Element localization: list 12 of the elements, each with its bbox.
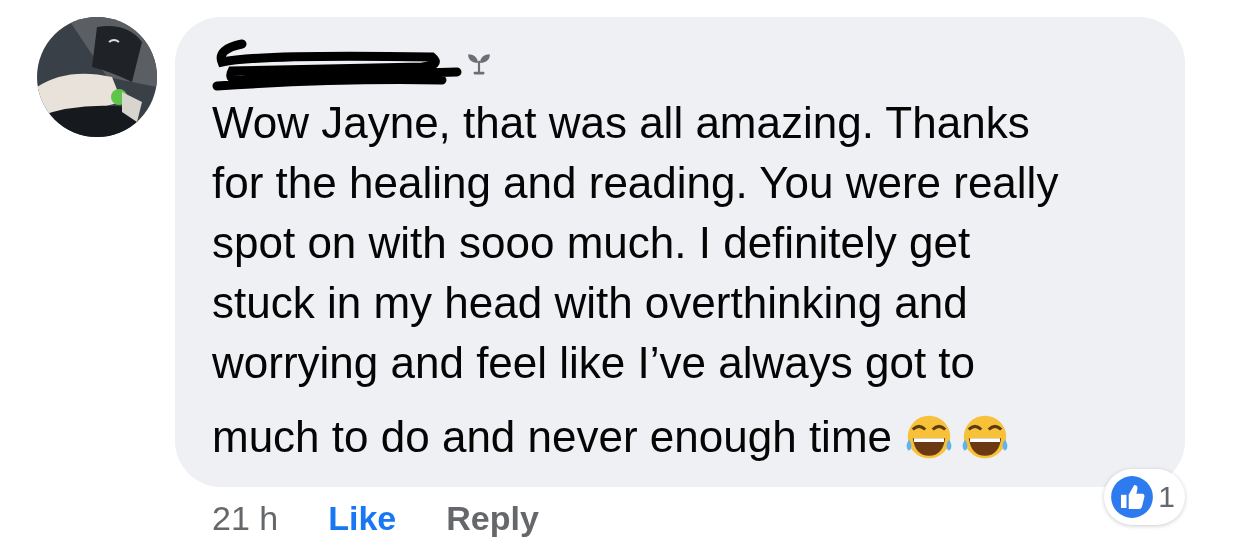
reaction-count: 1 (1158, 480, 1175, 514)
comment-text-line: stuck in my head with overthinking and (212, 277, 968, 329)
reaction-badge[interactable]: 1 (1104, 469, 1185, 525)
thumbs-up-icon (1110, 475, 1155, 519)
reply-link[interactable]: Reply (446, 499, 539, 538)
comment-text-line: much to do and never enough time (212, 411, 892, 463)
timestamp: 21 h (212, 499, 279, 538)
comment-text-line: Wow Jayne, that was all amazing. Thanks (212, 97, 1030, 149)
like-link[interactable]: Like (328, 499, 397, 538)
comment-text-line: worrying and feel like I’ve always got to (212, 337, 976, 389)
comment-text-line: for the healing and reading. You were really (212, 157, 1059, 209)
comment-text-line: spot on with sooo much. I definitely get (212, 217, 971, 269)
